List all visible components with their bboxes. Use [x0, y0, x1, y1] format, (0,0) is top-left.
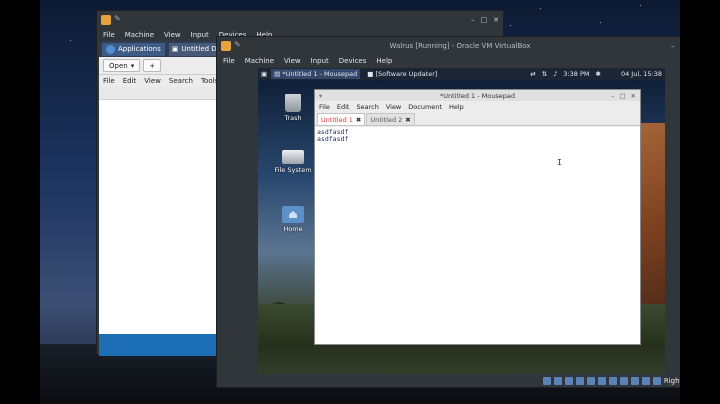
walrus-window[interactable]: ✎ Walrus [Running] - Oracle VM VirtualBo…	[216, 36, 680, 388]
host-key-label: Right Ctrl	[663, 377, 680, 385]
menu-file[interactable]: File	[103, 77, 115, 85]
menu-file[interactable]: File	[223, 57, 235, 65]
desktop-icon-home[interactable]: Home	[268, 206, 318, 233]
menu-input[interactable]: Input	[311, 57, 329, 65]
menu-document[interactable]: Document	[408, 103, 442, 111]
home-label: Home	[283, 225, 303, 233]
minimize-icon[interactable]: –	[471, 16, 475, 24]
text-line: asdfasdf	[317, 135, 349, 143]
minimize-icon[interactable]: –	[611, 92, 614, 100]
close-tab-icon[interactable]: ✖	[356, 116, 361, 124]
sealion-titlebar[interactable]: ✎ – □ ✕	[97, 11, 503, 29]
mousepad-menubar: File Edit Search View Document Help	[315, 101, 640, 113]
trash-icon	[285, 94, 301, 112]
network-icon[interactable]: ⇄	[530, 70, 535, 78]
trash-label: Trash	[284, 114, 302, 122]
mousepad-tabbar: Untitled 1 ✖ Untitled 2 ✖	[315, 113, 640, 126]
panel-clock[interactable]: 3:38 PM	[563, 70, 589, 78]
display-icon[interactable]	[608, 377, 617, 385]
panel-date[interactable]: 04 Jul, 15:38	[621, 70, 662, 78]
transfer-icon[interactable]: ⇅	[542, 70, 547, 78]
walrus-guest-screen[interactable]: ▣ ▤ *Untitled 1 - Mousepad ■ [Software U…	[258, 68, 665, 374]
virtualbox-logo-icon	[101, 15, 111, 25]
task-mousepad-label: *Untitled 1 - Mousepad	[282, 70, 358, 78]
updater-task-icon: ■	[367, 70, 374, 78]
cpu-icon[interactable]	[630, 377, 639, 385]
drive-icon	[282, 150, 304, 164]
menu-devices[interactable]: Devices	[339, 57, 367, 65]
recording-icon[interactable]	[619, 377, 628, 385]
menu-search[interactable]: Search	[356, 103, 378, 111]
applications-icon	[106, 44, 115, 54]
applications-label: Applications	[118, 45, 161, 53]
menu-file[interactable]: File	[319, 103, 330, 111]
menu-view[interactable]: View	[386, 103, 401, 111]
desktop-icon-trash[interactable]: Trash	[268, 94, 318, 122]
mousepad-task-icon: ▤	[274, 70, 281, 78]
minimize-icon[interactable]: –	[671, 42, 675, 50]
new-tab-button[interactable]: +	[143, 59, 162, 72]
optical-drive-icon[interactable]	[553, 377, 562, 385]
open-label: Open	[109, 61, 128, 70]
menu-edit[interactable]: Edit	[337, 103, 350, 111]
maximize-icon[interactable]: □	[619, 92, 625, 100]
menu-machine[interactable]: Machine	[125, 31, 154, 39]
mousepad-titlebar[interactable]: ▾ *Untitled 1 - Mousepad – □ ✕	[315, 90, 640, 101]
mouse-integration-icon[interactable]	[641, 377, 650, 385]
walrus-menubar: File Machine View Input Devices Help	[217, 55, 680, 67]
document-icon: ▣	[171, 45, 179, 53]
menu-machine[interactable]: Machine	[245, 57, 274, 65]
virtualbox-logo-icon	[221, 41, 231, 51]
file-system-label: File System	[274, 166, 312, 174]
menu-search[interactable]: Search	[169, 77, 193, 85]
menu-view[interactable]: View	[164, 31, 181, 39]
hard-disk-icon[interactable]	[542, 377, 551, 385]
text-cursor-icon: I	[557, 158, 562, 167]
menu-view[interactable]: View	[144, 77, 161, 85]
home-folder-icon	[282, 206, 304, 223]
walrus-title: Walrus [Running] - Oracle VM VirtualBox	[389, 42, 531, 50]
host-desktop: ✎ – □ ✕ File Machine View Input Devices …	[40, 0, 680, 404]
menu-help[interactable]: Help	[449, 103, 464, 111]
usb-icon[interactable]	[586, 377, 595, 385]
mousepad-title: *Untitled 1 - Mousepad	[440, 91, 515, 100]
task-mousepad[interactable]: ▤ *Untitled 1 - Mousepad	[271, 69, 361, 79]
chevron-down-icon: ▾	[130, 61, 135, 70]
menu-input[interactable]: Input	[191, 31, 209, 39]
mousepad-window[interactable]: ▾ *Untitled 1 - Mousepad – □ ✕ File Edit…	[314, 89, 641, 345]
open-button[interactable]: Open ▾	[103, 59, 141, 72]
maximize-icon[interactable]: □	[481, 16, 488, 24]
tab-untitled-2[interactable]: Untitled 2 ✖	[366, 113, 415, 125]
plus-icon: +	[149, 61, 156, 70]
shared-folders-icon[interactable]	[597, 377, 606, 385]
desktop-icon-file-system[interactable]: File System	[268, 150, 318, 174]
tab-label: Untitled 1	[321, 115, 353, 124]
window-menu-icon[interactable]: ▾	[319, 92, 322, 100]
walrus-status-bar: Right Ctrl	[542, 377, 680, 385]
host-key-icon	[652, 377, 661, 385]
menu-edit[interactable]: Edit	[123, 77, 137, 85]
walrus-guest-panel: ▣ ▤ *Untitled 1 - Mousepad ■ [Software U…	[258, 68, 665, 80]
task-software-updater[interactable]: ■ [Software Updater]	[364, 69, 440, 79]
close-tab-icon[interactable]: ✖	[405, 116, 410, 124]
menu-help[interactable]: Help	[376, 57, 392, 65]
applications-button[interactable]: Applications	[102, 42, 165, 56]
audio-icon[interactable]	[564, 377, 573, 385]
network-status-icon[interactable]	[575, 377, 584, 385]
menu-file[interactable]: File	[103, 31, 115, 39]
walrus-titlebar[interactable]: ✎ Walrus [Running] - Oracle VM VirtualBo…	[217, 37, 680, 55]
tab-untitled-1[interactable]: Untitled 1 ✖	[317, 113, 366, 125]
mousepad-text-area[interactable]: asdfasdf asdfasdf I	[315, 127, 640, 344]
pin-icon[interactable]: ✎	[114, 15, 122, 23]
pin-icon[interactable]: ✎	[234, 41, 242, 49]
text-line: asdfasdf	[317, 128, 349, 136]
task-updater-label: [Software Updater]	[375, 70, 438, 78]
close-icon[interactable]: ✕	[631, 92, 636, 100]
volume-icon[interactable]: ♪	[553, 70, 557, 78]
gear-icon[interactable]: ✱	[596, 70, 601, 78]
whisker-menu-icon[interactable]: ▣	[261, 70, 267, 78]
menu-view[interactable]: View	[284, 57, 301, 65]
tab-label: Untitled 2	[370, 115, 403, 124]
close-icon[interactable]: ✕	[493, 16, 499, 24]
